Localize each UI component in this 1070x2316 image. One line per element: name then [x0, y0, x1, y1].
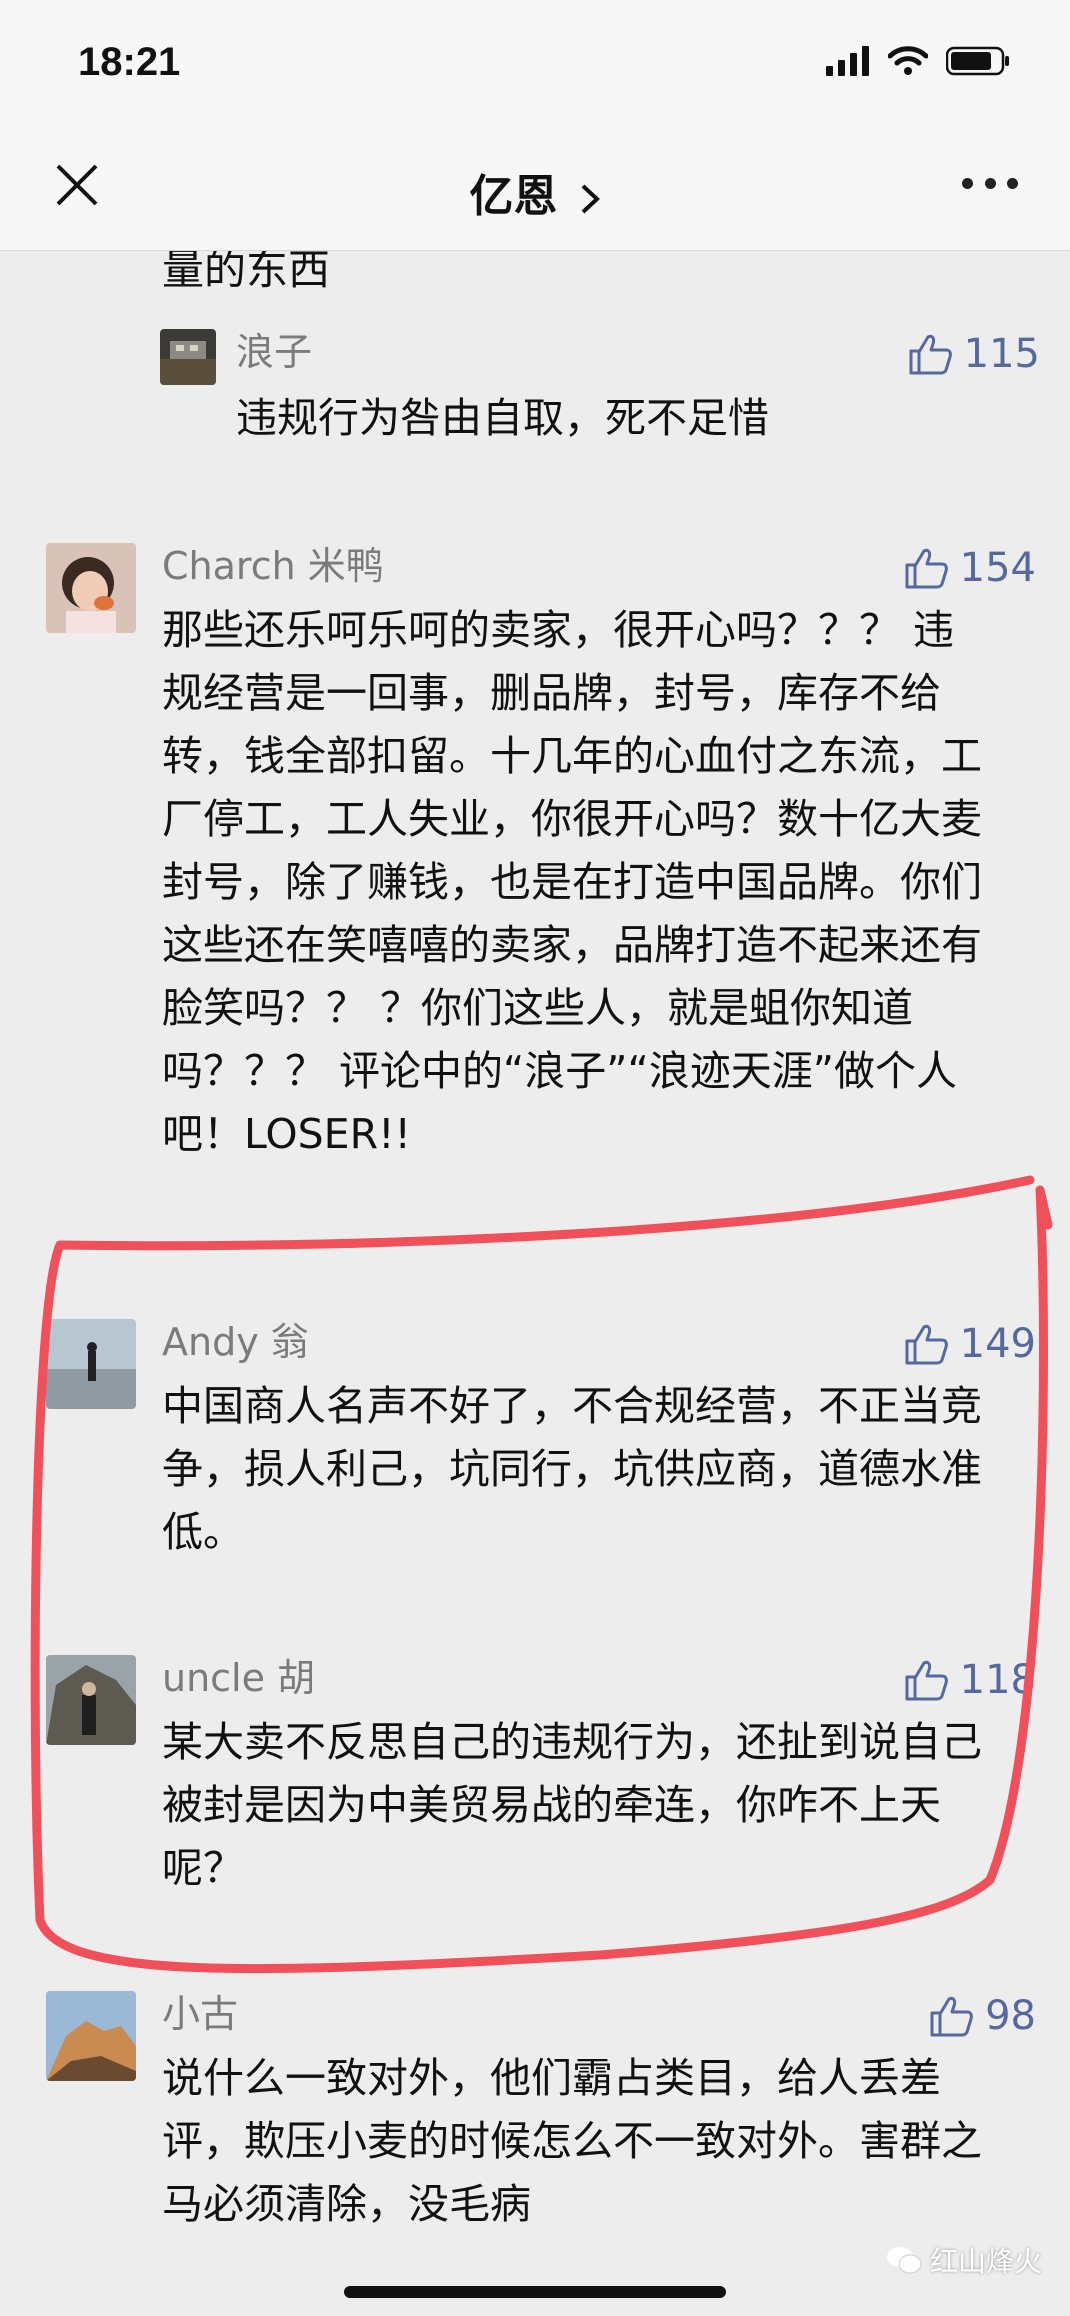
like-button[interactable]: 98	[929, 1993, 1036, 2039]
cellular-signal-icon	[826, 46, 869, 76]
avatar[interactable]	[46, 1991, 136, 2081]
commenter-name[interactable]: uncle 胡	[162, 1655, 315, 1701]
like-count: 115	[963, 331, 1040, 377]
comment-text: 违规行为咎由自取，死不足惜	[236, 394, 769, 442]
like-count: 149	[959, 1321, 1036, 1367]
nav-title-link[interactable]: 亿恩	[0, 160, 1070, 224]
watermark: 红山烽火	[886, 2240, 1042, 2280]
avatar[interactable]	[46, 1319, 136, 1409]
watermark-text: 红山烽火	[929, 2245, 1042, 2278]
thumbs-up-icon	[905, 1324, 948, 1365]
chevron-right-icon	[581, 184, 600, 214]
battery-icon	[946, 46, 1009, 76]
status-bar: 18:21	[0, 0, 1070, 120]
more-options-icon[interactable]	[962, 178, 1018, 192]
nav-bar: 亿恩	[0, 120, 1070, 251]
avatar[interactable]	[160, 329, 216, 385]
home-indicator	[344, 2286, 726, 2298]
like-button[interactable]: 154	[904, 545, 1036, 591]
comment-list: 量的东西 浪子 115 违规行为咎由自取，死不足惜 Charch 米鸭 154 …	[0, 251, 1070, 2316]
like-count: 98	[985, 1993, 1036, 2039]
comment-text: 中国商人名声不好了，不合规经营，不正当竞争，损人利己，坑同行，坑供应商，道德水准…	[162, 1382, 982, 1556]
thumbs-up-icon	[909, 334, 952, 375]
like-count: 118	[959, 1657, 1036, 1703]
like-button[interactable]: 115	[908, 331, 1040, 377]
commenter-name[interactable]: 浪子	[236, 329, 312, 375]
like-button[interactable]: 149	[904, 1321, 1036, 1367]
like-count: 154	[959, 545, 1036, 591]
commenter-name[interactable]: 小古	[162, 1991, 238, 2037]
avatar[interactable]	[46, 543, 136, 633]
wechat-icon	[886, 2247, 922, 2274]
previous-comment-fragment: 量的东西	[162, 251, 331, 294]
comment-text: 那些还乐呵乐呵的卖家，很开心吗？？？ 违规经营是一回事，删品牌，封号，库存不给转…	[162, 606, 982, 1158]
commenter-name[interactable]: Charch 米鸭	[162, 543, 384, 589]
status-icons	[826, 44, 1010, 78]
avatar[interactable]	[46, 1655, 136, 1745]
commenter-name[interactable]: Andy 翁	[162, 1319, 309, 1365]
like-button[interactable]: 118	[904, 1657, 1036, 1703]
status-time: 18:21	[78, 40, 181, 84]
wifi-icon	[888, 46, 928, 75]
nav-title: 亿恩	[469, 171, 558, 222]
thumbs-up-icon	[930, 1996, 973, 2037]
comment-text: 某大卖不反思自己的违规行为，还扯到说自己被封是因为中美贸易战的牵连，你咋不上天呢…	[162, 1718, 982, 1892]
comment-text: 说什么一致对外，他们霸占类目，给人丢差评，欺压小麦的时候怎么不一致对外。害群之马…	[162, 2054, 982, 2228]
thumbs-up-icon	[905, 1660, 948, 1701]
thumbs-up-icon	[905, 548, 948, 589]
